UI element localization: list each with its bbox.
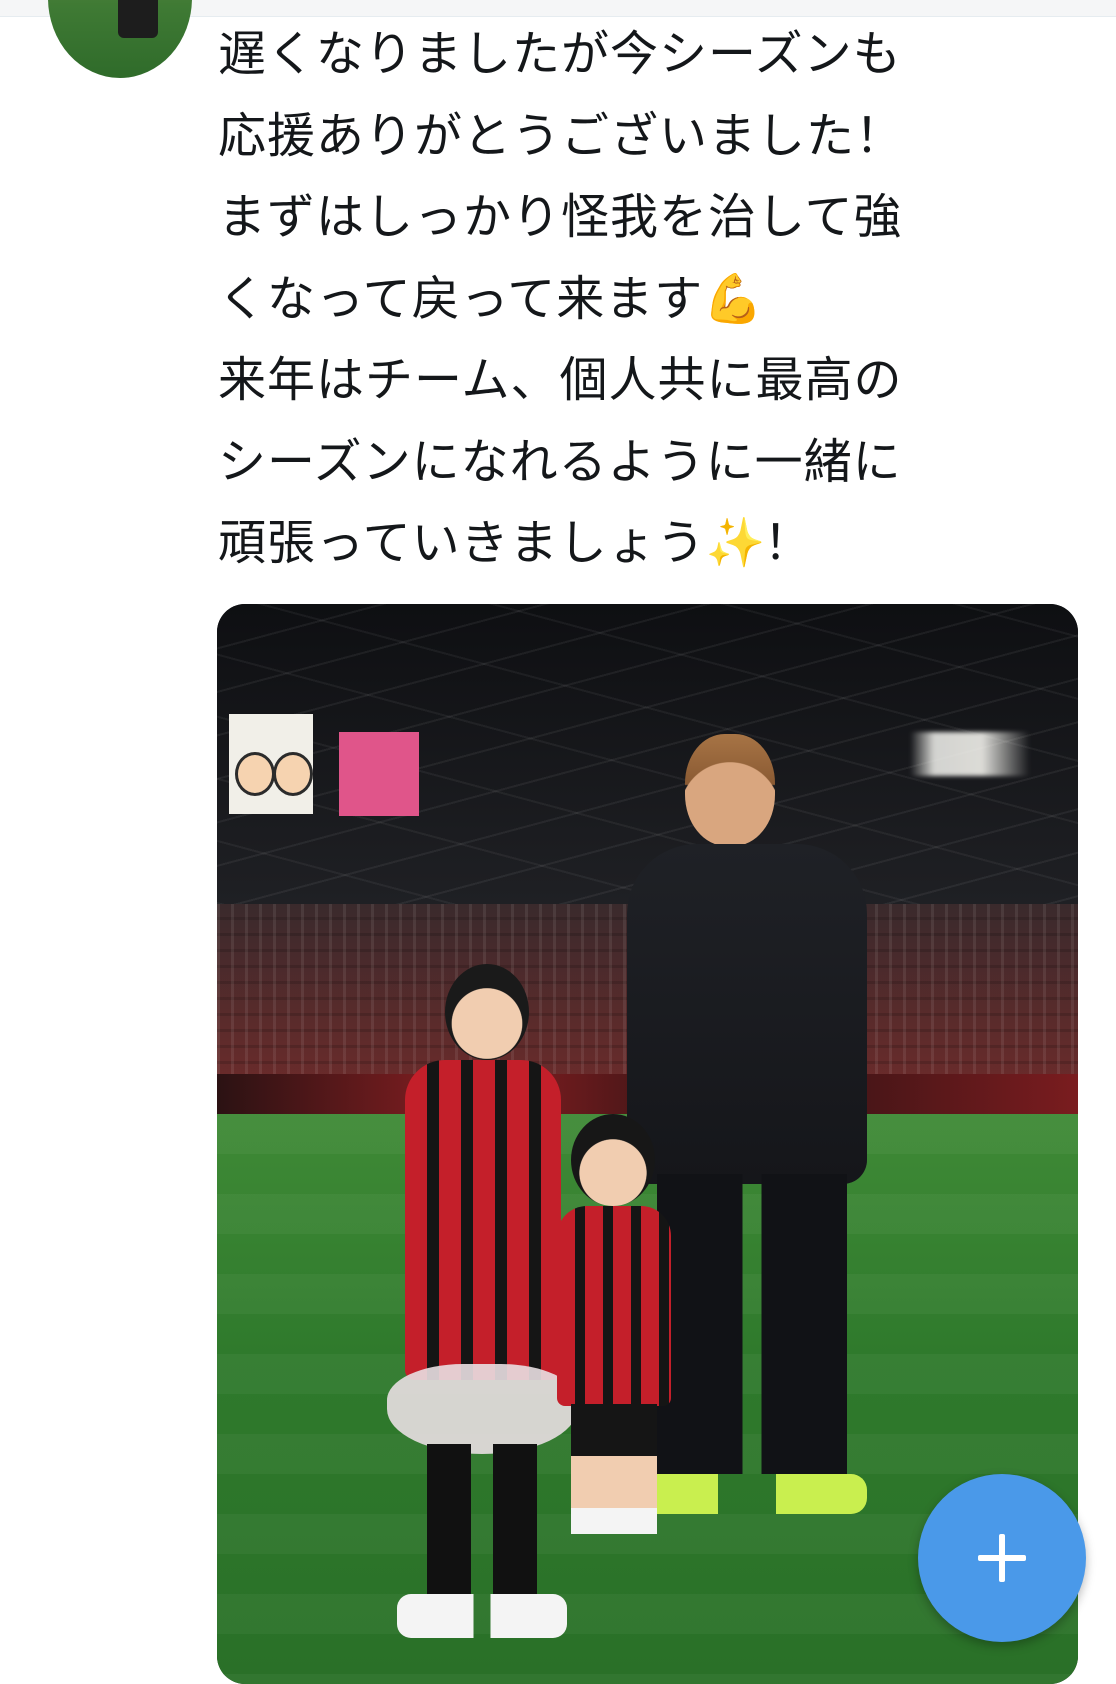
stadium-lights	[910, 732, 1030, 776]
flexed-biceps-emoji: 💪	[703, 270, 764, 327]
sponsor-banner	[339, 732, 419, 816]
boy-legs	[571, 1404, 657, 1534]
tweet-line-2: 応援ありがとうございました！	[218, 107, 905, 164]
tweet-line-3: まずはしっかり怪我を治して強	[218, 189, 903, 245]
girl-jersey	[405, 1060, 561, 1380]
boy-figure	[547, 1114, 687, 1584]
plus-icon	[978, 1534, 1026, 1582]
player-head	[685, 734, 775, 846]
tweet-line-7-suffix: ！	[763, 515, 813, 571]
girl-legs	[427, 1444, 537, 1604]
boy-head	[571, 1114, 655, 1206]
boy-jersey	[557, 1206, 671, 1406]
tweet-line-5: 来年はチーム、個人共に最高の	[218, 352, 903, 408]
tweet-line-7: 頑張っていきましょう	[218, 515, 706, 571]
sparkles-emoji: ✨	[705, 515, 767, 571]
compose-tweet-button[interactable]	[918, 1474, 1086, 1642]
tweet-text: 遅くなりましたが今シーズンも 応援ありがとうございました！ まずはしっかり怪我を…	[218, 14, 1068, 585]
tweet-line-4: くなって戻って来ます	[218, 270, 704, 327]
girl-shoes	[397, 1594, 567, 1638]
tweet-line-6: シーズンになれるように一緒に	[218, 433, 902, 490]
tweet-line-1: 遅くなりましたが今シーズンも	[218, 26, 902, 82]
mascot-banner	[229, 714, 313, 814]
avatar[interactable]	[48, 0, 192, 78]
girl-head	[445, 964, 529, 1060]
